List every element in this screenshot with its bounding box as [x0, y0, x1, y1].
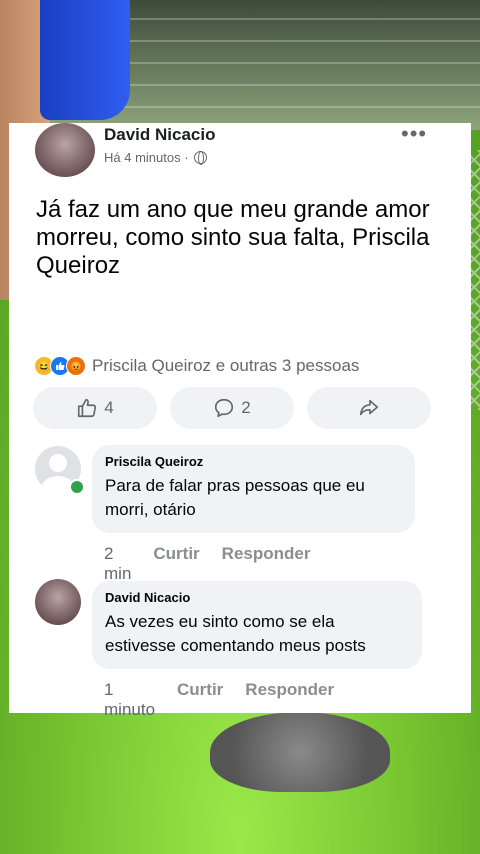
comment-author[interactable]: David Nicacio — [105, 590, 409, 605]
comment-meta: 2 min Curtir Responder — [104, 544, 310, 584]
comment-reply-button[interactable]: Responder — [222, 544, 311, 584]
comment-like-button[interactable]: Curtir — [177, 680, 223, 720]
reactions-summary[interactable]: 😆 😡 Priscila Queiroz e outras 3 pessoas — [34, 356, 359, 376]
comment-icon — [213, 397, 235, 419]
online-status-dot — [69, 479, 85, 495]
share-icon — [358, 397, 380, 419]
comment-time: 1 minuto — [104, 680, 156, 719]
comment-text: Para de falar pras pessoas que eu morri,… — [105, 476, 365, 519]
comment-bubble: Priscila Queiroz Para de falar pras pess… — [92, 445, 415, 533]
like-button[interactable]: 4 — [33, 387, 157, 429]
author-name[interactable]: David Nicacio — [104, 125, 216, 145]
author-avatar[interactable] — [35, 123, 95, 177]
post-text: Já faz um ano que meu grande amor morreu… — [36, 196, 430, 279]
more-options-icon[interactable]: ••• — [401, 123, 427, 145]
commenter-avatar[interactable] — [35, 579, 81, 625]
globe-icon — [193, 151, 207, 165]
thumbs-up-icon — [76, 397, 98, 419]
angry-reaction-icon: 😡 — [66, 356, 86, 376]
player-sleeve — [40, 0, 130, 120]
comment-count: 2 — [241, 398, 251, 417]
reactions-text: Priscila Queiroz e outras 3 pessoas — [92, 356, 360, 375]
comment-author[interactable]: Priscila Queiroz — [105, 454, 402, 469]
post-meta: Há 4 minutos · — [104, 150, 207, 165]
football-boot — [210, 712, 390, 792]
like-count: 4 — [104, 398, 114, 417]
post-time[interactable]: Há 4 minutos · — [104, 150, 189, 165]
comment-bubble: David Nicacio As vezes eu sinto como se … — [92, 581, 422, 669]
comment-meta: 1 minuto Curtir Responder — [104, 680, 334, 720]
comment-text: As vezes eu sinto como se ela estivesse … — [105, 612, 366, 655]
post-actions: 4 2 — [33, 387, 431, 429]
post-card: David Nicacio Há 4 minutos · ••• Já faz … — [9, 123, 471, 719]
comment-button[interactable]: 2 — [170, 387, 294, 429]
comment-like-button[interactable]: Curtir — [153, 544, 199, 584]
comment-time: 2 min — [104, 544, 132, 583]
comment-reply-button[interactable]: Responder — [245, 680, 334, 720]
share-button[interactable] — [307, 387, 431, 429]
